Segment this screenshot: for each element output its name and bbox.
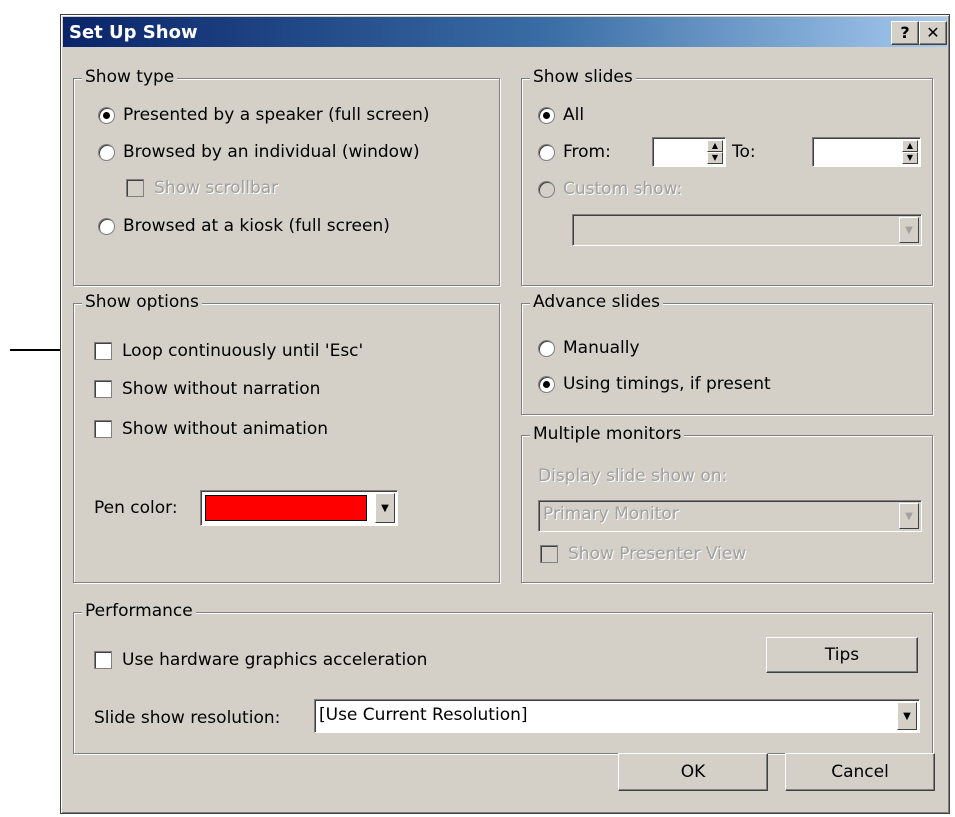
monitor-value: Primary Monitor (543, 504, 679, 524)
display-slide-show-on-label: Display slide show on: (538, 466, 728, 486)
chevron-down-icon: ▼ (899, 217, 919, 243)
radio-from-slides[interactable]: From: (538, 142, 611, 162)
checkbox-label: Show scrollbar (154, 178, 279, 198)
to-spinner[interactable]: ▲ ▼ (902, 140, 918, 164)
checkbox-icon (126, 179, 144, 197)
to-slide-input[interactable]: ▲ ▼ (812, 137, 921, 167)
monitor-dropdown: Primary Monitor ▼ (538, 500, 922, 532)
show-without-animation-checkbox[interactable]: Show without animation (94, 419, 328, 439)
from-spinner[interactable]: ▲ ▼ (707, 140, 723, 164)
show-presenter-view-checkbox: Show Presenter View (540, 544, 746, 564)
radio-label: Browsed at a kiosk (full screen) (123, 216, 390, 236)
checkbox-label: Show without narration (122, 379, 321, 399)
radio-manually[interactable]: Manually (538, 338, 640, 358)
close-button[interactable]: ✕ (919, 21, 947, 45)
from-slide-input[interactable]: ▲ ▼ (652, 137, 726, 167)
radio-label: From: (563, 142, 611, 162)
performance-group: Performance Use hardware graphics accele… (73, 601, 933, 754)
radio-icon (98, 143, 115, 161)
checkbox-icon (94, 380, 112, 398)
radio-label: Presented by a speaker (full screen) (123, 105, 430, 125)
show-options-legend: Show options (82, 292, 202, 312)
radio-selected-icon (538, 375, 555, 393)
cancel-button[interactable]: Cancel (785, 753, 935, 791)
chevron-down-icon: ▼ (899, 503, 919, 529)
advance-slides-group: Advance slides Manually Using timings, i… (521, 292, 933, 415)
checkbox-label: Show without animation (122, 419, 329, 439)
radio-label: Manually (563, 338, 640, 358)
checkbox-icon (94, 651, 112, 669)
radio-presented-by-speaker[interactable]: Presented by a speaker (full screen) (98, 105, 430, 125)
resolution-dropdown[interactable]: [Use Current Resolution] ▼ (314, 699, 920, 733)
spin-down-icon[interactable]: ▼ (902, 152, 918, 164)
checkbox-icon (94, 420, 112, 438)
performance-legend: Performance (82, 601, 196, 621)
custom-show-dropdown: ▼ (572, 214, 922, 246)
radio-all-slides[interactable]: All (538, 105, 584, 125)
show-slides-group: Show slides All From: ▲ ▼ To: ▲ ▼ Custom… (521, 67, 933, 286)
radio-browsed-by-individual[interactable]: Browsed by an individual (window) (98, 142, 420, 162)
checkbox-label: Show Presenter View (568, 544, 747, 564)
title-bar: Set Up Show ? ✕ (63, 17, 947, 47)
spin-up-icon[interactable]: ▲ (902, 140, 918, 152)
slide-show-resolution-label: Slide show resolution: (94, 708, 281, 728)
pen-color-dropdown[interactable]: ▼ (200, 490, 398, 526)
to-label: To: (732, 142, 756, 162)
checkbox-label: Loop continuously until 'Esc' (122, 341, 364, 361)
checkbox-label: Use hardware graphics acceleration (122, 650, 428, 670)
radio-label: Custom show: (563, 179, 683, 199)
show-slides-legend: Show slides (530, 67, 636, 87)
radio-using-timings[interactable]: Using timings, if present (538, 374, 771, 394)
radio-icon (538, 180, 555, 198)
radio-selected-icon (538, 106, 555, 124)
multiple-monitors-group: Multiple monitors Display slide show on:… (521, 424, 933, 583)
checkbox-icon (540, 545, 558, 563)
radio-label: All (563, 105, 585, 125)
help-button[interactable]: ? (891, 21, 919, 45)
multiple-monitors-legend: Multiple monitors (530, 424, 685, 444)
chevron-down-icon[interactable]: ▼ (897, 702, 917, 730)
pen-color-label: Pen color: (94, 498, 178, 518)
chevron-down-icon[interactable]: ▼ (375, 493, 395, 523)
radio-custom-show: Custom show: (538, 179, 682, 199)
show-type-legend: Show type (82, 67, 178, 87)
ok-button[interactable]: OK (618, 753, 768, 791)
show-options-group: Show options Loop continuously until 'Es… (73, 292, 500, 583)
tips-button[interactable]: Tips (766, 637, 918, 673)
advance-slides-legend: Advance slides (530, 292, 663, 312)
radio-label: Using timings, if present (563, 374, 771, 394)
radio-browsed-at-kiosk[interactable]: Browsed at a kiosk (full screen) (98, 216, 390, 236)
show-without-narration-checkbox[interactable]: Show without narration (94, 379, 320, 399)
radio-icon (538, 339, 555, 357)
hardware-acceleration-checkbox[interactable]: Use hardware graphics acceleration (94, 650, 427, 670)
pen-color-swatch (205, 495, 367, 521)
spin-down-icon[interactable]: ▼ (707, 152, 723, 164)
radio-icon (538, 143, 555, 161)
dialog-title: Set Up Show (69, 22, 198, 43)
show-type-group: Show type Presented by a speaker (full s… (73, 67, 500, 286)
radio-label: Browsed by an individual (window) (123, 142, 420, 162)
radio-icon (98, 217, 115, 235)
loop-continuously-checkbox[interactable]: Loop continuously until 'Esc' (94, 341, 363, 361)
resolution-value: [Use Current Resolution] (319, 705, 528, 725)
checkbox-icon (94, 342, 112, 360)
spin-up-icon[interactable]: ▲ (707, 140, 723, 152)
radio-selected-icon (98, 106, 115, 124)
show-scrollbar-checkbox: Show scrollbar (126, 178, 278, 198)
set-up-show-dialog: Set Up Show ? ✕ Show type Presented by a… (60, 14, 950, 814)
